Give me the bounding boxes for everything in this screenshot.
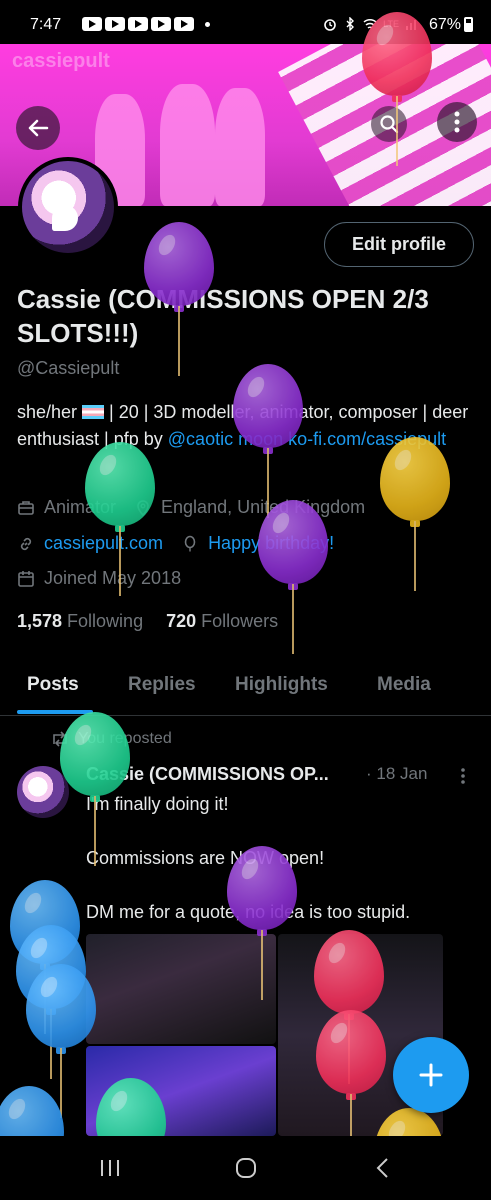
youtube-notification-icon [174,17,194,31]
banner-brand-text: cassiepult [12,50,110,72]
post-more-icon[interactable] [455,766,471,786]
followers-link[interactable]: 720 Followers [166,611,278,631]
birthday-balloon [16,925,86,1079]
arrow-left-icon [28,119,49,137]
more-vertical-icon [454,111,460,133]
youtube-notification-icon [128,17,148,31]
back-nav-button[interactable] [368,1154,398,1182]
recent-apps-button[interactable] [95,1154,125,1182]
wifi-icon [363,18,377,29]
back-button[interactable] [16,106,60,150]
profile-handle: @Cassiepult [17,358,120,378]
recent-apps-icon [101,1160,119,1176]
alarm-icon [324,19,336,31]
status-time: 7:47 [30,16,62,33]
joined-text: Joined May 2018 [44,568,182,588]
birthday-text[interactable]: Happy birthday! [208,533,334,554]
followers-label: Followers [201,611,279,631]
plus-icon [419,1063,443,1087]
more-options-button[interactable] [437,102,477,142]
compose-post-button[interactable] [393,1037,469,1113]
link-icon [20,537,32,550]
home-icon [236,1158,256,1178]
tab-replies[interactable]: Replies [128,674,196,696]
website-link[interactable]: cassiepult.com [44,533,163,554]
bio-mention-link[interactable]: @caotic moon [168,429,283,449]
following-link[interactable]: 1,578 Following [17,611,143,631]
home-button[interactable] [231,1154,261,1182]
banner-character-silhouette [160,84,215,206]
profile-tabs: Posts Replies Highlights Media [0,660,491,716]
search-button[interactable] [371,106,407,142]
status-bar: 7:47 LTE 67% [0,0,491,44]
repost-indicator: You reposted [50,730,172,748]
location-text: England, United Kingdom [161,497,366,517]
profile-meta-row: Joined May 2018 [17,568,181,589]
notification-icons [82,17,210,31]
tab-highlights[interactable]: Highlights [235,674,328,696]
banner-character-silhouette [215,88,265,206]
chevron-left-icon [376,1158,388,1178]
location-pin-icon [137,499,149,516]
repost-label: You reposted [78,730,172,747]
repost-icon [53,731,67,747]
post-media-image[interactable] [86,1046,276,1136]
post-date[interactable]: · 18 Jan [366,764,427,784]
balloon-icon [184,535,196,551]
bio-text: she/her [17,402,83,422]
briefcase-icon [18,500,34,515]
followers-count: 720 [166,611,197,631]
following-label: Following [67,611,144,631]
more-notifications-dot-icon [205,22,210,27]
youtube-notification-icon [151,17,171,31]
post-text-line: I'm finally doing it! [86,794,229,814]
post-text-line: DM me for a quote, no idea is too stupid… [86,902,411,922]
profile-avatar[interactable] [18,157,118,257]
birthday-balloon [10,880,80,1034]
battery-percent: 67% [428,16,461,33]
system-navigation-bar [0,1136,491,1200]
system-icons: LTE [323,17,419,31]
signal-icon [406,20,416,30]
calendar-icon [18,570,34,587]
bio-kofi-link[interactable]: ko-fi.com/cassiepult [288,429,446,449]
tab-media[interactable]: Media [377,674,431,696]
battery-icon [464,17,473,32]
edit-profile-button[interactable]: Edit profile [324,222,474,267]
following-count: 1,578 [17,611,63,631]
post-author-avatar[interactable] [17,766,69,818]
profile-meta-row: cassiepult.com Happy birthday! [17,533,334,554]
profession-text: Animator [44,497,117,517]
network-type: LTE [383,19,399,29]
post-text-line: Commissions are NOW open! [86,848,325,868]
tab-posts[interactable]: Posts [27,674,79,696]
bluetooth-icon [346,17,355,31]
trans-flag-icon [82,405,105,419]
profile-display-name: Cassie (COMMISSIONS OPEN 2/3 SLOTS!!!) [17,284,429,348]
profile-meta-row: Animator England, United Kingdom [17,497,365,518]
follow-stats: 1,578 Following 720 Followers [17,611,278,632]
post-author-name[interactable]: Cassie (COMMISSIONS OP... [86,764,329,785]
youtube-notification-icon [82,17,102,31]
post-media-image[interactable] [86,934,276,1044]
search-icon [380,115,399,134]
active-tab-indicator [17,710,93,714]
profile-bio: she/her | 20 | 3D modeller, animator, co… [17,399,477,453]
youtube-notification-icon [105,17,125,31]
